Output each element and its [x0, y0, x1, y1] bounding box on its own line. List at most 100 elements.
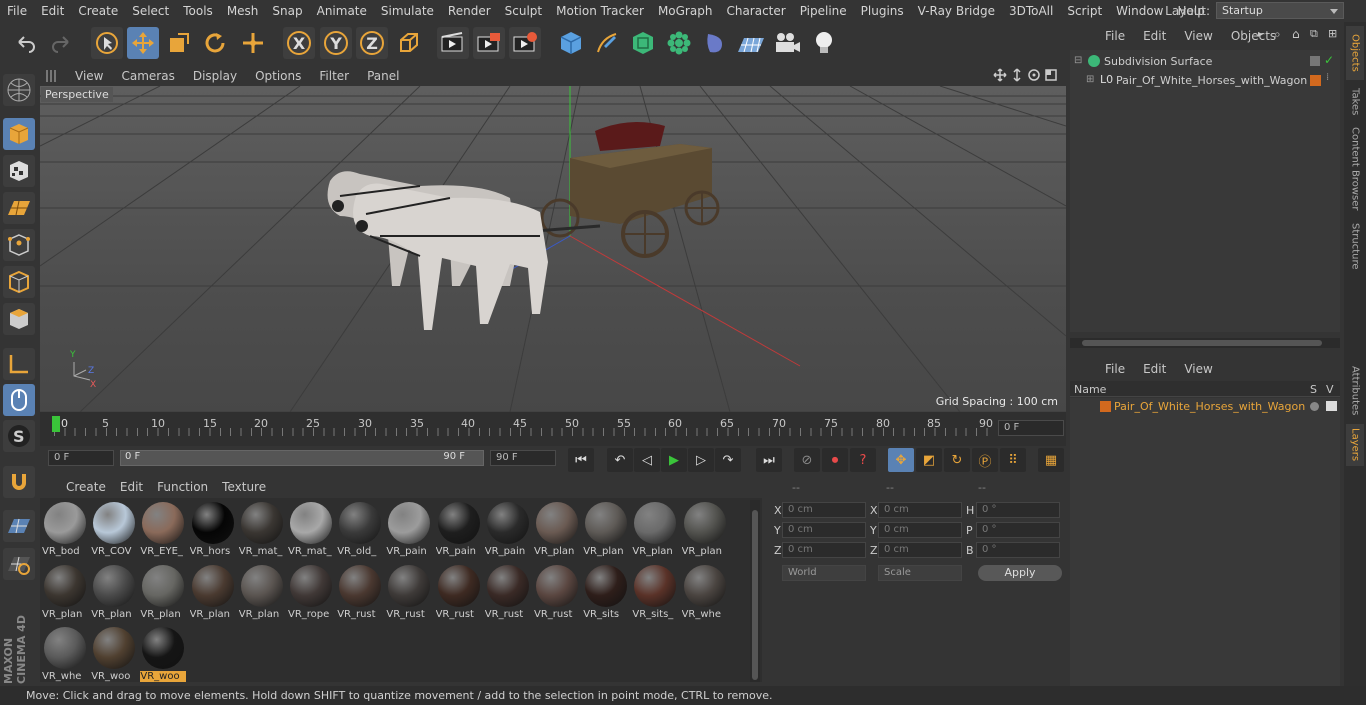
- render-settings-icon[interactable]: [509, 27, 541, 59]
- material-thumbnail[interactable]: VR_plan: [91, 563, 137, 621]
- material-thumbnail[interactable]: VR_COV: [91, 500, 137, 558]
- next-key-icon[interactable]: ↷: [715, 448, 741, 472]
- texture-mode-icon[interactable]: [3, 155, 35, 187]
- material-thumbnail[interactable]: VR_whe: [682, 563, 728, 621]
- snap-icon[interactable]: [3, 466, 35, 498]
- material-menu-edit[interactable]: Edit: [113, 480, 150, 494]
- viewport-menu-display[interactable]: Display: [184, 69, 246, 83]
- material-thumbnail[interactable]: VR_plan: [42, 563, 88, 621]
- y-axis-lock-icon[interactable]: Y: [320, 27, 352, 59]
- menu-window[interactable]: Window: [1109, 4, 1170, 18]
- camera-icon[interactable]: [771, 27, 803, 59]
- make-editable-icon[interactable]: [3, 74, 35, 106]
- timeline-ruler[interactable]: 0 5 10 15 20 25 30 35 40 45 50 55 60 65 …: [40, 412, 1066, 446]
- tab-structure[interactable]: Structure: [1346, 218, 1364, 274]
- subdivision-surface-icon[interactable]: [627, 27, 659, 59]
- model-mode-icon[interactable]: [3, 118, 35, 150]
- pos-z-field[interactable]: 0 cm: [782, 542, 866, 558]
- material-thumbnail[interactable]: VR_plan: [682, 500, 728, 558]
- go-to-start-icon[interactable]: ⏮: [568, 448, 594, 472]
- cloner-icon[interactable]: [663, 27, 695, 59]
- tab-attributes[interactable]: Attributes: [1346, 362, 1364, 420]
- tab-takes[interactable]: Takes: [1346, 84, 1364, 120]
- filter-icon[interactable]: ⧉: [1310, 27, 1318, 41]
- key-scale-icon[interactable]: ◩: [916, 448, 942, 472]
- material-thumbnail[interactable]: VR_woo: [91, 625, 137, 682]
- move-tool-icon[interactable]: [127, 27, 159, 59]
- record-keys-icon[interactable]: ⊘: [794, 448, 820, 472]
- grid-snap-icon[interactable]: [3, 548, 35, 580]
- menu-render[interactable]: Render: [441, 4, 498, 18]
- coordinate-system-icon[interactable]: [393, 27, 425, 59]
- redo-icon[interactable]: [45, 27, 77, 59]
- viewport-menu-view[interactable]: View: [66, 69, 112, 83]
- material-thumbnail[interactable]: VR_old_: [337, 500, 383, 558]
- material-thumbnail[interactable]: VR_bod: [42, 500, 88, 558]
- layers-menu-edit[interactable]: Edit: [1134, 362, 1175, 376]
- x-axis-lock-icon[interactable]: X: [283, 27, 315, 59]
- menu-vray-bridge[interactable]: V-Ray Bridge: [911, 4, 1002, 18]
- object-row-subdivision[interactable]: ⊟ Subdivision Surface ✓: [1074, 53, 1336, 71]
- material-thumbnail[interactable]: VR_whe: [42, 625, 88, 682]
- editor-visibility-icon[interactable]: [1310, 56, 1320, 66]
- points-mode-icon[interactable]: [3, 229, 35, 261]
- layout-dropdown[interactable]: Startup: [1216, 2, 1344, 19]
- size-y-field[interactable]: 0 cm: [878, 522, 962, 538]
- pos-y-field[interactable]: 0 cm: [782, 522, 866, 538]
- workplane-lock-icon[interactable]: [3, 510, 35, 542]
- viewport-menu-options[interactable]: Options: [246, 69, 310, 83]
- layer-col-visible[interactable]: V: [1326, 383, 1334, 396]
- layer-visible-icon[interactable]: [1326, 401, 1337, 411]
- size-x-field[interactable]: 0 cm: [878, 502, 962, 518]
- material-thumbnail[interactable]: VR_mat_: [288, 500, 334, 558]
- material-thumbnail[interactable]: VR_rust: [337, 563, 383, 621]
- rot-p-field[interactable]: 0 °: [976, 522, 1060, 538]
- undo-icon[interactable]: [10, 27, 42, 59]
- menu-character[interactable]: Character: [719, 4, 792, 18]
- edges-mode-icon[interactable]: [3, 266, 35, 298]
- material-menu-create[interactable]: Create: [59, 480, 113, 494]
- timeline-window-icon[interactable]: ▦: [1038, 448, 1064, 472]
- pen-spline-icon[interactable]: [591, 27, 623, 59]
- tab-objects[interactable]: Objects: [1346, 26, 1364, 80]
- object-h-scroll-thumb[interactable]: [1082, 340, 1322, 346]
- size-z-field[interactable]: 0 cm: [878, 542, 962, 558]
- visibility-dots-icon[interactable]: ⁞: [1326, 72, 1329, 83]
- playhead[interactable]: [52, 416, 60, 432]
- prev-frame-icon[interactable]: ◁: [634, 448, 660, 472]
- rotate-tool-icon[interactable]: [199, 27, 231, 59]
- layers-menu-view[interactable]: View: [1175, 362, 1221, 376]
- viewport-menu-panel[interactable]: Panel: [358, 69, 408, 83]
- solo-mode-icon[interactable]: S: [3, 420, 35, 452]
- viewport-maximize-icon[interactable]: [1044, 68, 1058, 82]
- tree-expand-icon[interactable]: ⊞: [1086, 74, 1094, 85]
- material-thumbnail[interactable]: VR_plan: [140, 563, 186, 621]
- enabled-check-icon[interactable]: ✓: [1324, 53, 1334, 67]
- menu-script[interactable]: Script: [1060, 4, 1109, 18]
- frame-range-slider[interactable]: 0 F 90 F: [120, 450, 484, 466]
- home-icon[interactable]: ⌂: [1292, 27, 1300, 41]
- end-frame-field[interactable]: 90 F: [490, 450, 556, 466]
- next-frame-icon[interactable]: ▷: [688, 448, 714, 472]
- menu-plugins[interactable]: Plugins: [854, 4, 911, 18]
- layer-solo-icon[interactable]: [1310, 402, 1319, 411]
- menu-simulate[interactable]: Simulate: [374, 4, 441, 18]
- light-icon[interactable]: [808, 27, 840, 59]
- material-thumbnail[interactable]: VR_mat_: [239, 500, 285, 558]
- rot-b-field[interactable]: 0 °: [976, 542, 1060, 558]
- layer-color-swatch[interactable]: [1310, 75, 1321, 86]
- layer-color-swatch[interactable]: [1100, 401, 1111, 412]
- material-scroll-thumb[interactable]: [752, 510, 758, 680]
- key-position-icon[interactable]: ✥: [888, 448, 914, 472]
- material-thumbnail[interactable]: VR_plan: [190, 563, 236, 621]
- material-thumbnail[interactable]: VR_rust: [436, 563, 482, 621]
- menu-edit[interactable]: Edit: [34, 4, 71, 18]
- menu-select[interactable]: Select: [125, 4, 176, 18]
- scale-tool-icon[interactable]: [163, 27, 195, 59]
- cube-primitive-icon[interactable]: [555, 27, 587, 59]
- material-thumbnail[interactable]: VR_rope: [288, 563, 334, 621]
- material-thumbnail[interactable]: VR_sits: [583, 563, 629, 621]
- material-thumbnail[interactable]: VR_pain: [485, 500, 531, 558]
- menu-sculpt[interactable]: Sculpt: [498, 4, 549, 18]
- layer-col-solo[interactable]: S: [1310, 383, 1317, 396]
